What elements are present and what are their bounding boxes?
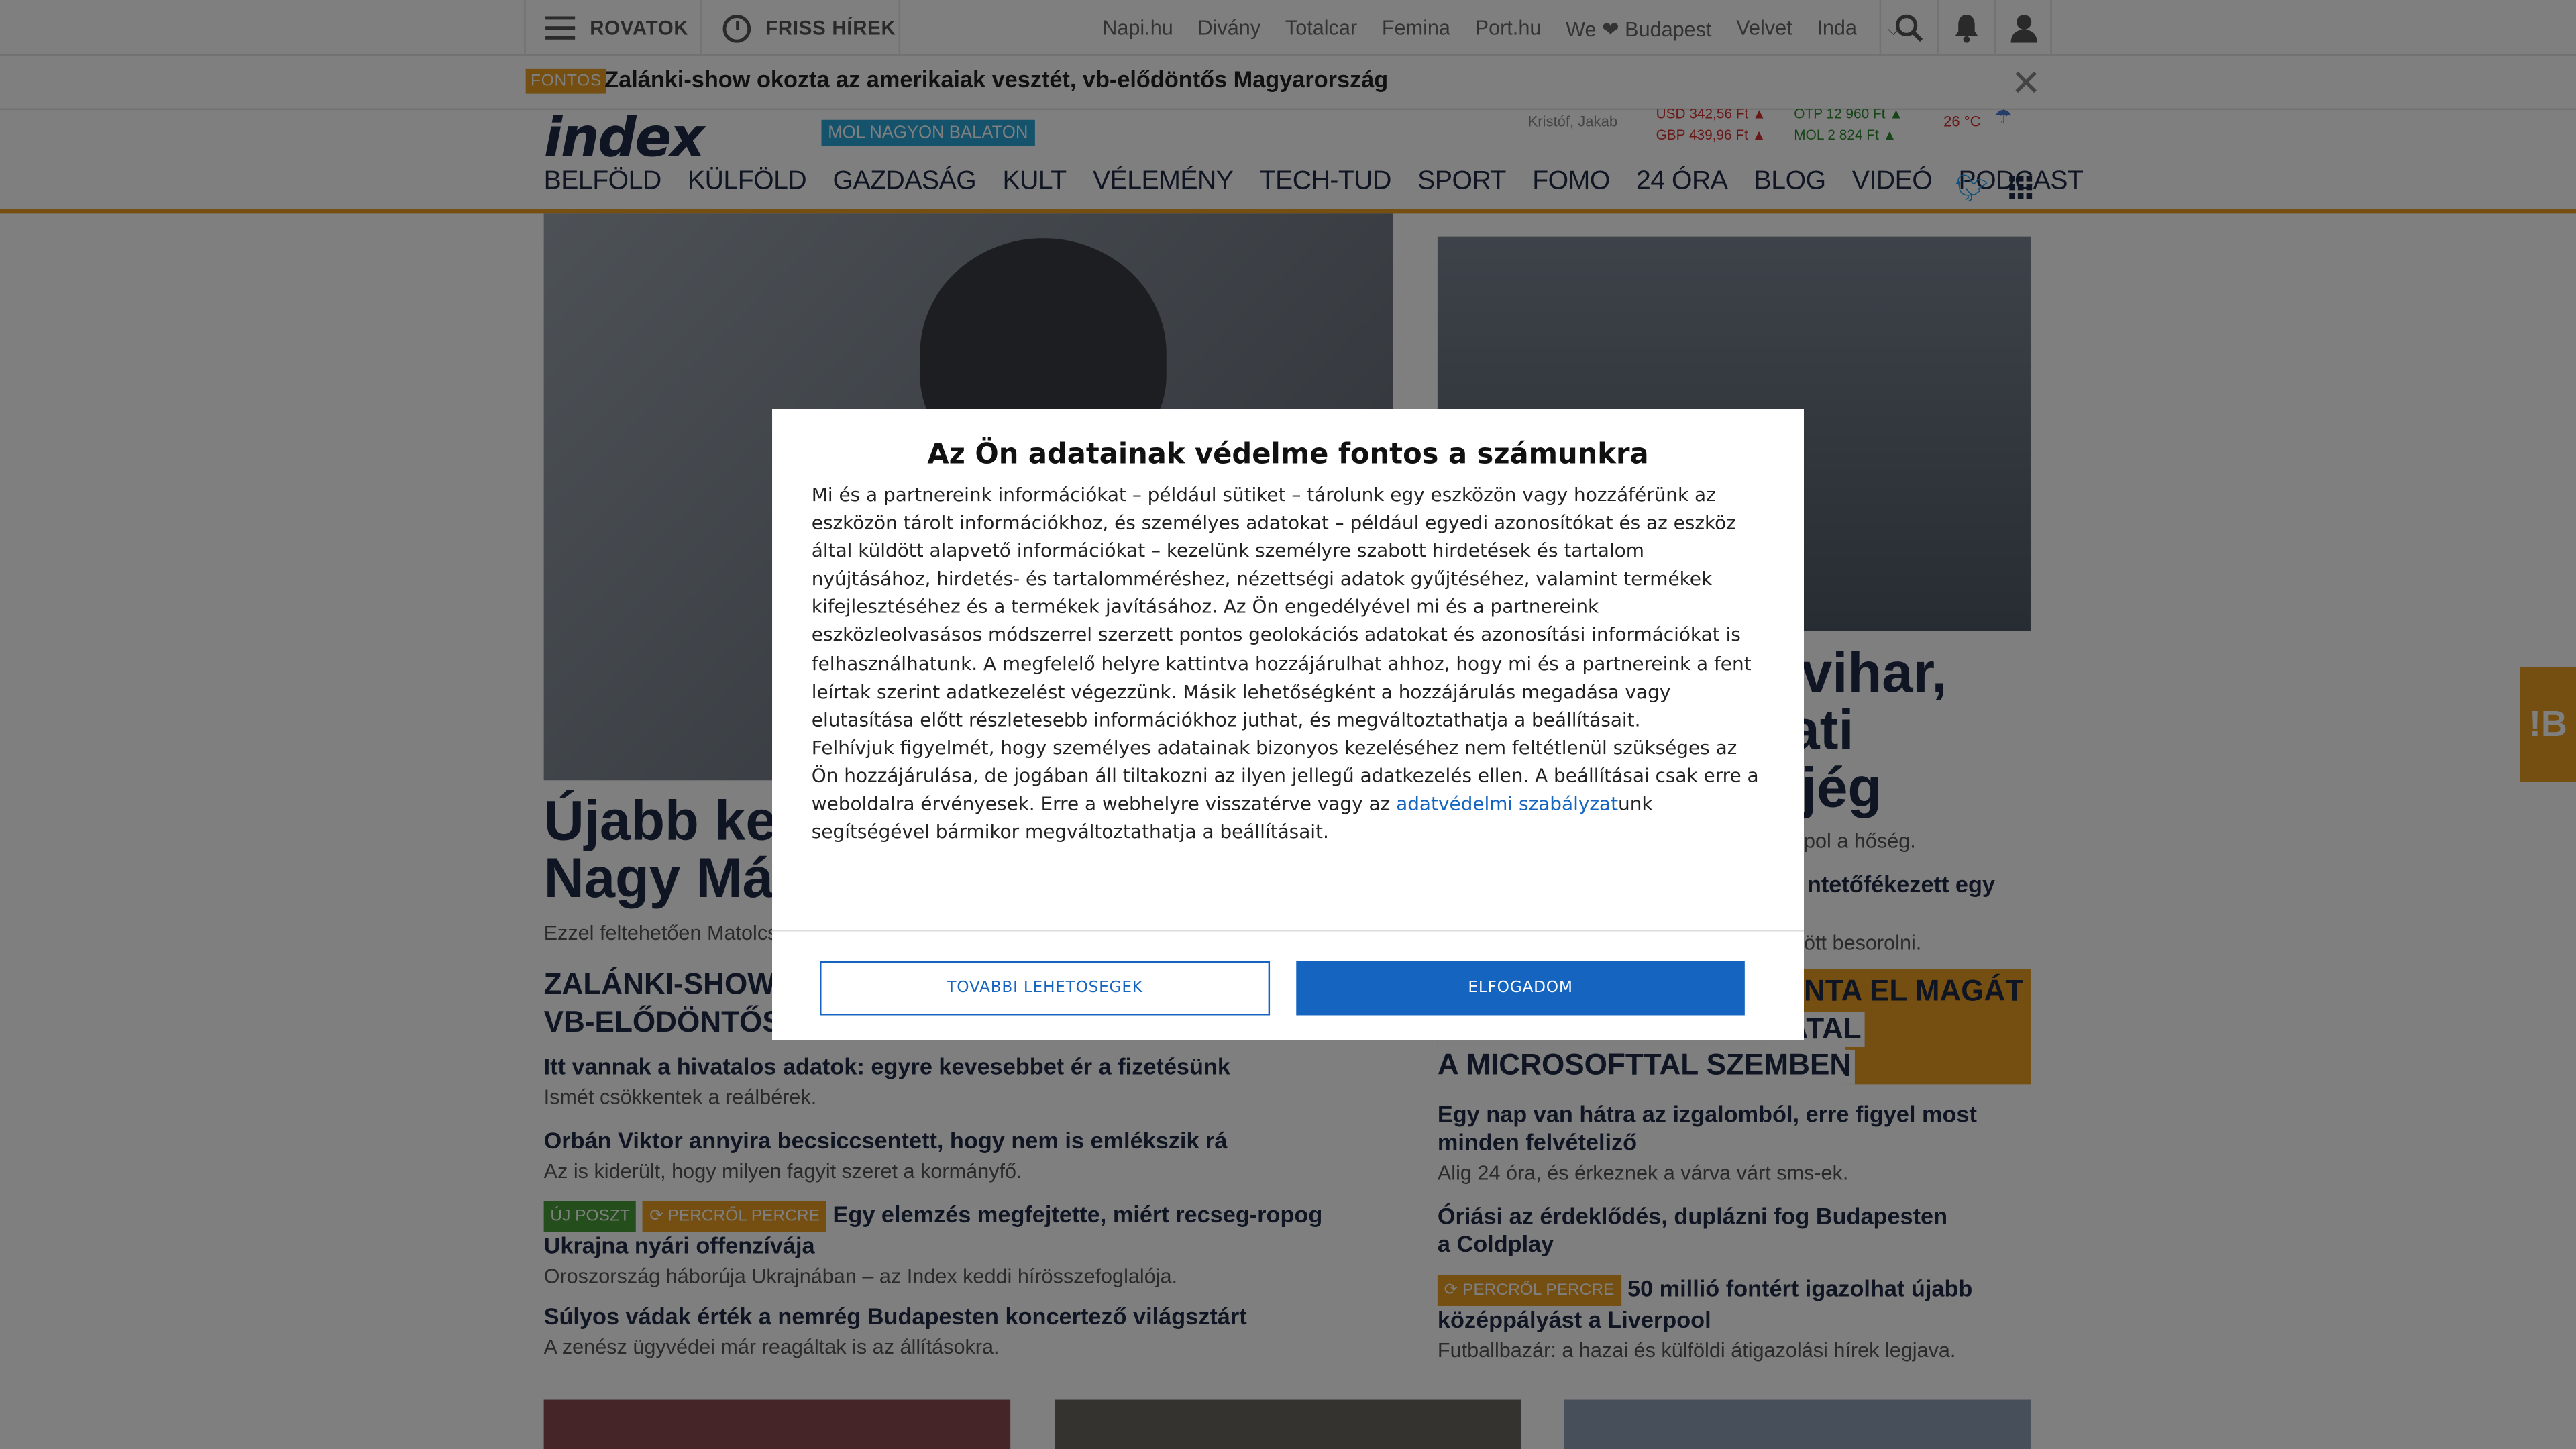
consent-divider xyxy=(772,930,1805,932)
accept-button[interactable]: ELFOGADOM xyxy=(1296,961,1745,1016)
consent-dialog: Az Ön adatainak védelme fontos a számunk… xyxy=(772,409,1805,1040)
consent-body: Mi és a partnereink információkat – péld… xyxy=(812,482,1768,847)
more-options-button[interactable]: TOVABBI LEHETOSEGEK xyxy=(820,961,1271,1016)
page: ROVATOK FRISS HÍREK Napi.hu Divány Total… xyxy=(0,0,2576,1449)
consent-paragraph-2: Felhívjuk figyelmét, hogy személyes adat… xyxy=(812,734,1768,846)
consent-title: Az Ön adatainak védelme fontos a számunk… xyxy=(927,438,1649,472)
consent-paragraph-1: Mi és a partnereink információkat – péld… xyxy=(811,483,1752,731)
privacy-policy-link[interactable]: adatvédelmi szabályzat xyxy=(1396,792,1618,814)
